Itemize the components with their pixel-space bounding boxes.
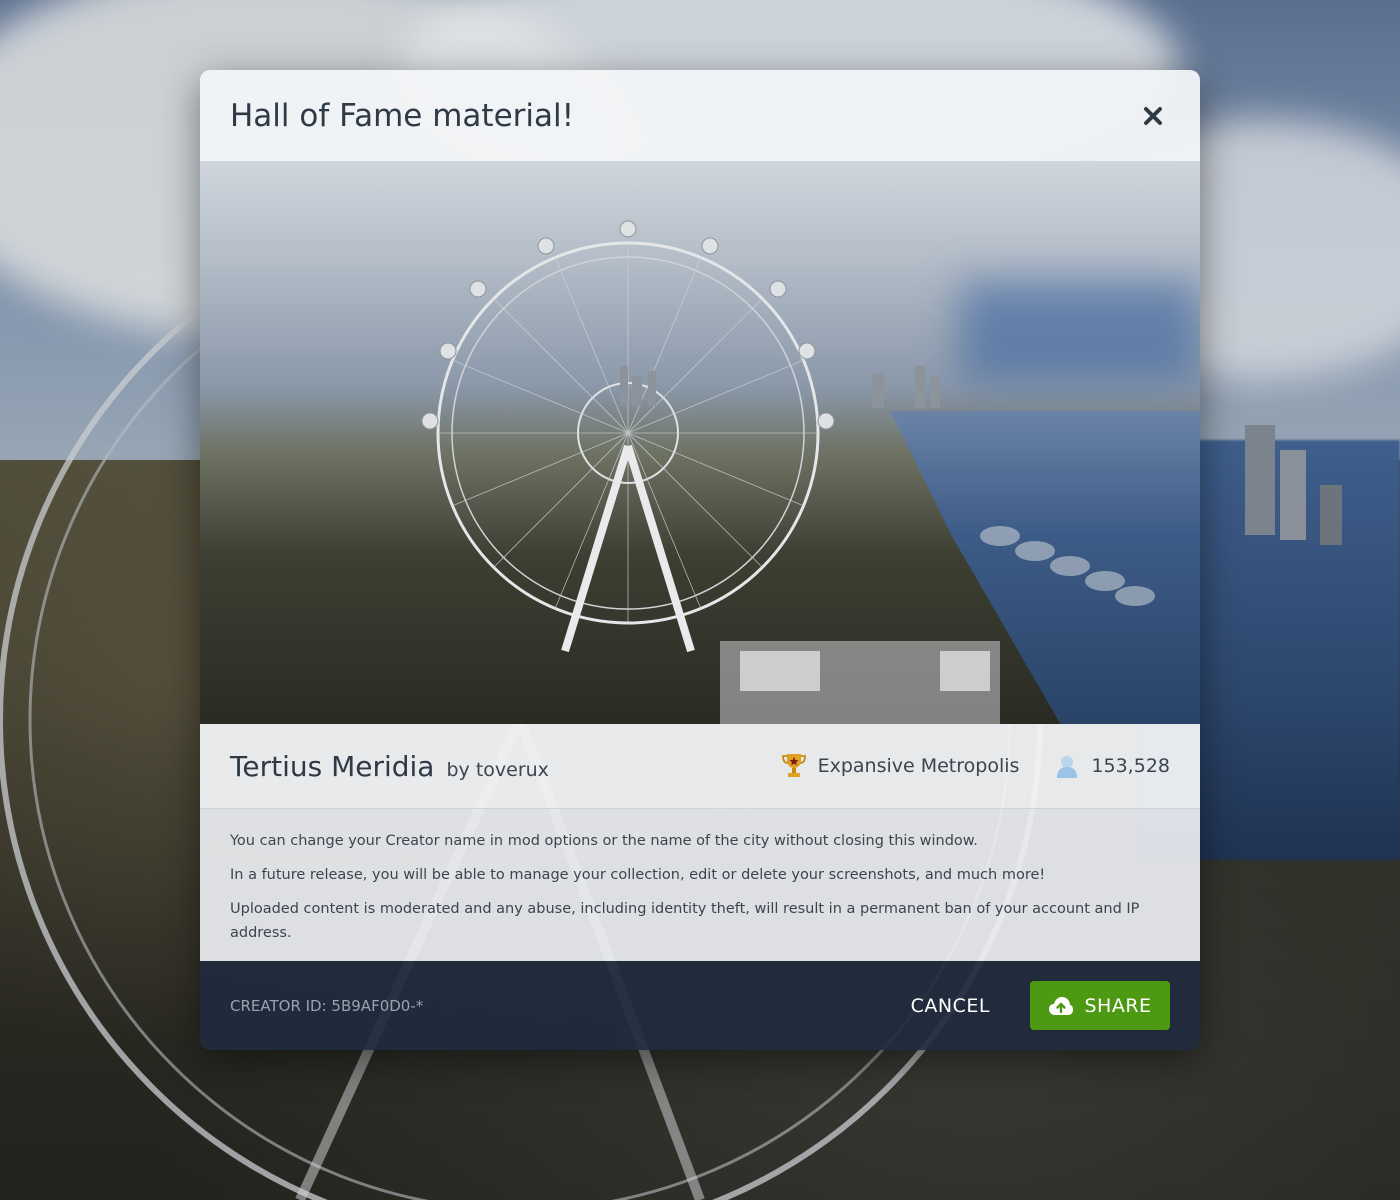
info-notes: You can change your Creator name in mod … — [200, 809, 1200, 961]
footer-actions: CANCEL SHARE — [911, 981, 1170, 1030]
close-icon — [1144, 106, 1162, 125]
city-info-bar: Tertius Meridia by toverux Expansive Met… — [200, 724, 1200, 809]
city-name: Tertius Meridia — [230, 749, 435, 783]
note-text: Uploaded content is moderated and any ab… — [230, 901, 1140, 941]
population-count: 153,528 — [1091, 755, 1170, 777]
close-button[interactable] — [1136, 99, 1170, 133]
population-icon — [1057, 756, 1078, 778]
creator-name: by toverux — [446, 758, 549, 781]
note-text: In a future release, you will be able to… — [230, 867, 1046, 883]
trophy-icon — [781, 754, 806, 777]
share-label: SHARE — [1084, 994, 1152, 1017]
dialog-title: Hall of Fame material! — [230, 97, 575, 134]
share-button[interactable]: SHARE — [1030, 981, 1170, 1030]
creator-id: CREATOR ID: 5B9AF0D0-* — [230, 996, 424, 1015]
dialog-footer: CREATOR ID: 5B9AF0D0-* CANCEL SHARE — [200, 961, 1200, 1050]
achievement-label: Expansive Metropolis — [817, 755, 1020, 777]
cancel-button[interactable]: CANCEL — [911, 995, 990, 1017]
city-stats: Expansive Metropolis 153,528 — [781, 752, 1170, 780]
dialog-header: Hall of Fame material! — [200, 70, 1200, 161]
note-text: You can change your Creator name in mod … — [230, 833, 978, 849]
cloud-upload-icon — [1049, 996, 1074, 1015]
hall-of-fame-dialog: Hall of Fame material! Tertius Meridia b… — [200, 70, 1200, 1050]
ferris-wheel — [421, 220, 1155, 724]
city-identity: Tertius Meridia by toverux — [230, 750, 549, 783]
screenshot-preview — [200, 161, 1200, 724]
